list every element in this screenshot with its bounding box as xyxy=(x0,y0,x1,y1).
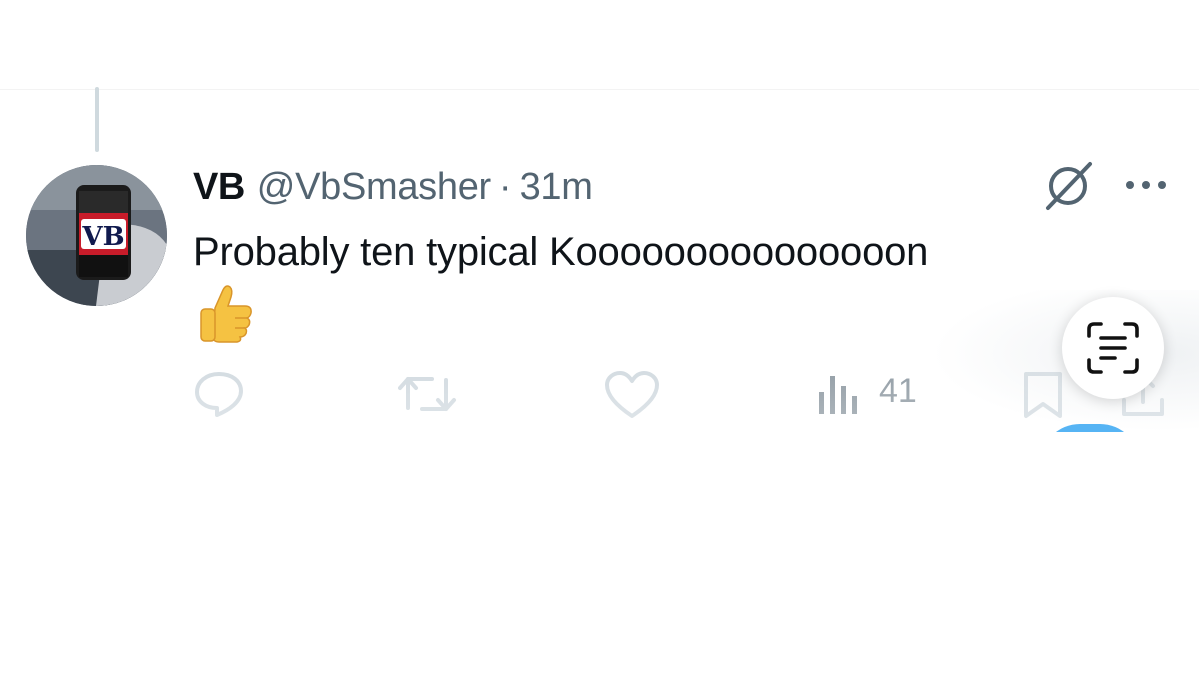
reply-icon xyxy=(195,372,243,417)
thread-connector-line xyxy=(95,87,99,152)
reply-button[interactable] xyxy=(193,370,245,418)
live-text-icon xyxy=(1087,322,1139,374)
avatar-image: VB xyxy=(26,165,167,306)
grok-icon[interactable] xyxy=(1040,158,1096,214)
thumbs-up-emoji xyxy=(195,282,257,344)
avatar[interactable]: VB xyxy=(26,165,167,306)
repost-icon xyxy=(398,377,456,411)
more-options-icon[interactable] xyxy=(1122,170,1170,200)
tweet-header: VB @VbSmasher · 31m xyxy=(193,160,593,214)
display-name[interactable]: VB xyxy=(193,166,245,209)
live-text-button[interactable] xyxy=(1062,297,1164,399)
bookmark-icon xyxy=(1024,372,1062,418)
views-count: 41 xyxy=(879,371,917,410)
tweet-action-bar: 41 xyxy=(0,360,1199,432)
user-handle[interactable]: @VbSmasher xyxy=(257,166,491,209)
like-button[interactable] xyxy=(604,370,660,420)
avatar-can-label: VB xyxy=(81,222,124,252)
header-separator: · xyxy=(498,165,512,208)
like-icon xyxy=(605,371,659,418)
views-icon xyxy=(819,376,857,414)
bookmark-button[interactable] xyxy=(1020,370,1066,420)
views-button[interactable]: 41 xyxy=(815,370,917,416)
blank-area xyxy=(0,432,1199,700)
page: VB VB @VbSmasher · 31m Probably ten typi… xyxy=(0,0,1199,700)
tweet-screenshot: VB VB @VbSmasher · 31m Probably ten typi… xyxy=(0,0,1199,432)
divider xyxy=(0,89,1199,90)
timestamp[interactable]: 31m xyxy=(520,166,593,209)
tweet-text: Probably ten typical Kooooooooooooooon xyxy=(193,230,929,274)
repost-button[interactable] xyxy=(398,370,458,418)
